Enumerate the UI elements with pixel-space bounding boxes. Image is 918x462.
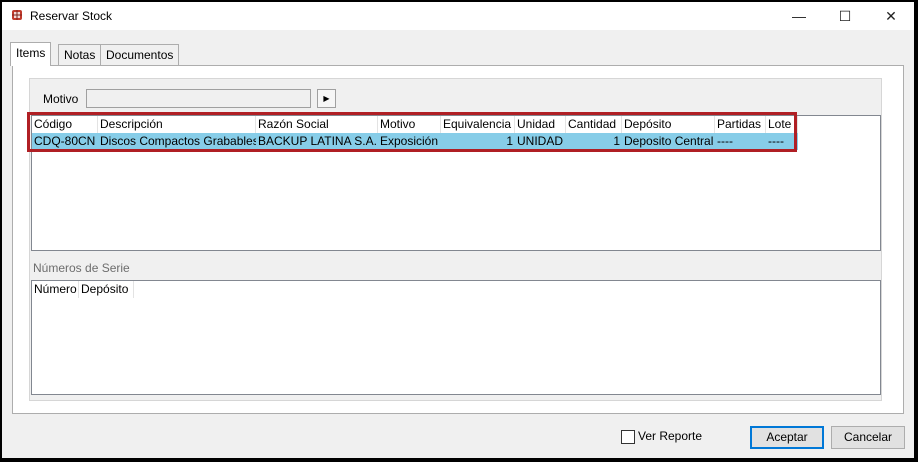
- items-tab-panel: Motivo ▶ Código Descripción Razón Social…: [12, 65, 904, 414]
- col-header-motivo[interactable]: Motivo: [378, 116, 441, 133]
- col-header-descripcion[interactable]: Descripción: [98, 116, 256, 133]
- cell-lote: ----: [768, 134, 784, 148]
- app-icon: [12, 10, 22, 20]
- col-header-codigo[interactable]: Código: [32, 116, 98, 133]
- cell-razon-social: BACKUP LATINA S.A.: [258, 134, 377, 148]
- tab-notas[interactable]: Notas: [58, 44, 102, 65]
- table-row[interactable]: CDQ-80CN Discos Compactos Grabables BACK…: [32, 133, 798, 150]
- col-header-unidad[interactable]: Unidad: [515, 116, 566, 133]
- tab-items[interactable]: Items: [10, 42, 52, 66]
- col-header-lote[interactable]: Lote: [766, 116, 798, 133]
- close-button[interactable]: ✕: [868, 2, 914, 30]
- col-header-numero[interactable]: Número: [32, 281, 79, 298]
- col-header-partidas[interactable]: Partidas: [715, 116, 766, 133]
- cell-cantidad: 1: [613, 134, 620, 148]
- col-header-razon-social[interactable]: Razón Social: [256, 116, 378, 133]
- cell-motivo: Exposición: [380, 134, 439, 148]
- ver-reporte-checkbox[interactable]: [621, 430, 635, 444]
- maximize-button[interactable]: ☐: [822, 2, 868, 30]
- motivo-select-button[interactable]: ▶: [317, 89, 336, 108]
- col-header-deposito[interactable]: Depósito: [622, 116, 715, 133]
- motivo-label: Motivo: [43, 92, 79, 106]
- cancelar-button[interactable]: Cancelar: [831, 426, 905, 449]
- cell-codigo: CDQ-80CN: [34, 134, 96, 148]
- minimize-button[interactable]: —: [776, 2, 822, 30]
- tab-documentos[interactable]: Documentos: [100, 44, 180, 65]
- title-bar[interactable]: Reservar Stock — ☐ ✕: [2, 2, 914, 30]
- cell-descripcion: Discos Compactos Grabables: [100, 134, 256, 148]
- window-title: Reservar Stock: [30, 9, 113, 23]
- serie-grid[interactable]: Número Depósito: [31, 280, 881, 395]
- col-header-equivalencia[interactable]: Equivalencia: [441, 116, 515, 133]
- aceptar-button[interactable]: Aceptar: [750, 426, 824, 449]
- cell-unidad: UNIDAD: [517, 134, 564, 148]
- items-grid[interactable]: Código Descripción Razón Social Motivo E…: [31, 115, 881, 251]
- col-header-cantidad[interactable]: Cantidad: [566, 116, 622, 133]
- motivo-input[interactable]: [86, 89, 311, 108]
- col-header-serie-deposito[interactable]: Depósito: [79, 281, 134, 298]
- play-arrow-icon: ▶: [323, 94, 330, 103]
- numeros-de-serie-label: Números de Serie: [33, 261, 130, 275]
- items-group: Motivo ▶ Código Descripción Razón Social…: [29, 78, 882, 401]
- cell-equivalencia: 1: [506, 134, 513, 148]
- ver-reporte-label[interactable]: Ver Reporte: [638, 429, 702, 443]
- reservar-stock-window: Reservar Stock — ☐ ✕ Items Notas Documen…: [2, 2, 914, 458]
- cell-deposito: Deposito Central: [624, 134, 714, 148]
- cell-partidas: ----: [717, 134, 733, 148]
